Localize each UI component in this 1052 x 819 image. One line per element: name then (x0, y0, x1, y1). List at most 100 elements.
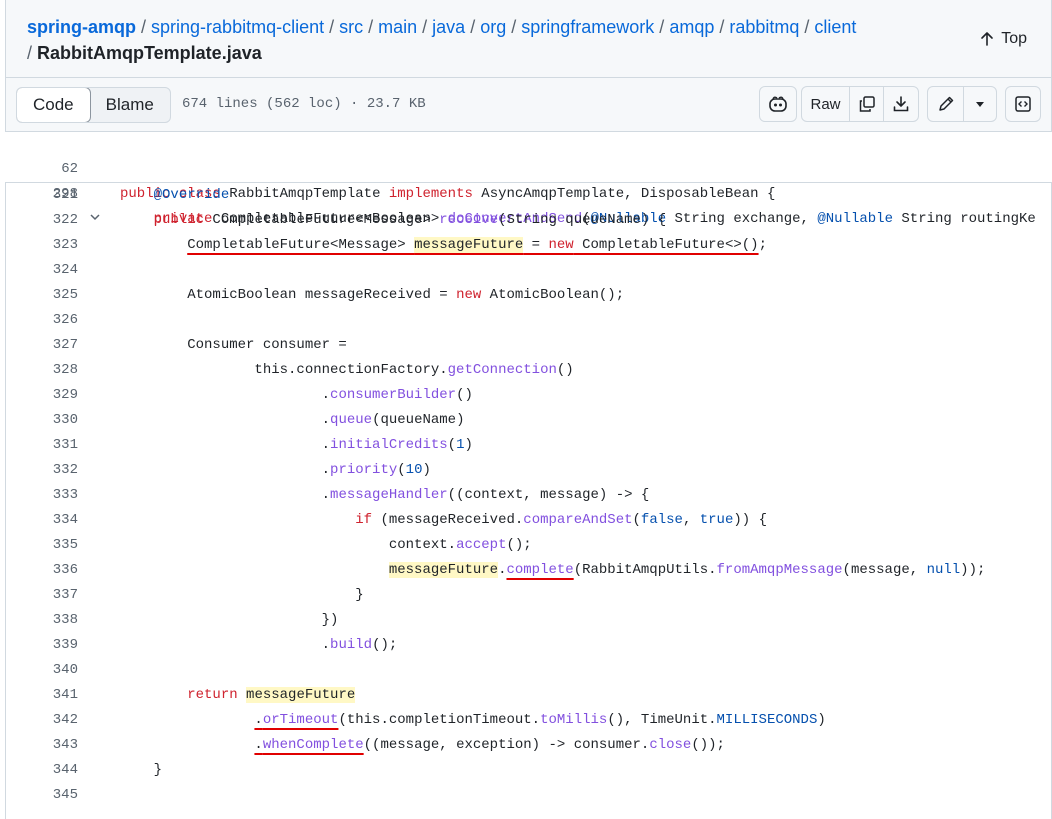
code-square-icon (1015, 96, 1031, 112)
breadcrumb-file: RabbitAmqpTemplate.java (37, 43, 262, 63)
code-line[interactable]: 329 .consumerBuilder() (5, 383, 1052, 408)
breadcrumb-dir[interactable]: java (432, 17, 465, 37)
code-line[interactable]: 326 (5, 308, 1052, 333)
code-line[interactable]: 324 (5, 258, 1052, 283)
breadcrumb-dir[interactable]: org (480, 17, 506, 37)
code-line[interactable]: 335 context.accept(); (5, 533, 1052, 558)
code-line[interactable]: 334 if (messageReceived.compareAndSet(fa… (5, 508, 1052, 533)
code-line[interactable]: 323 CompletableFuture<Message> messageFu… (5, 233, 1052, 258)
sticky-line[interactable]: 62 public class RabbitAmqpTemplate imple… (5, 132, 1052, 202)
code-line[interactable]: 343 .whenComplete((message, exception) -… (5, 733, 1052, 758)
copilot-button[interactable] (759, 86, 797, 122)
tab-blame[interactable]: Blame (90, 88, 170, 122)
breadcrumb-separator: / (804, 17, 810, 37)
pencil-icon (938, 96, 953, 111)
line-number[interactable]: 344 (5, 758, 78, 783)
code-line[interactable]: 336 messageFuture.complete(RabbitAmqpUti… (5, 558, 1052, 583)
line-number[interactable]: 336 (5, 558, 78, 583)
code-line[interactable]: 330 .queue(queueName) (5, 408, 1052, 433)
code-line[interactable]: 322 public CompletableFuture<Message> re… (5, 208, 1052, 233)
breadcrumb-separator: / (141, 17, 147, 37)
code-view: 62 public class RabbitAmqpTemplate imple… (5, 132, 1052, 808)
code-text: .priority(10) (120, 462, 431, 478)
line-number[interactable]: 326 (5, 308, 78, 333)
code-line[interactable]: 327 Consumer consumer = (5, 333, 1052, 358)
line-number[interactable]: 345 (5, 783, 78, 808)
breadcrumb-dir[interactable]: amqp (669, 17, 714, 37)
breadcrumb-separator: / (719, 17, 725, 37)
line-number[interactable]: 323 (5, 233, 78, 258)
breadcrumb-dir[interactable]: rabbitmq (729, 17, 799, 37)
breadcrumb-separator: / (329, 17, 335, 37)
code-text: } (120, 587, 364, 603)
raw-actions-group: Raw (801, 86, 919, 122)
line-number[interactable]: 325 (5, 283, 78, 308)
code-line[interactable]: 338 }) (5, 608, 1052, 633)
code-text: .consumerBuilder() (120, 387, 473, 403)
breadcrumb-dir[interactable]: spring-rabbitmq-client (151, 17, 324, 37)
code-line[interactable]: 332 .priority(10) (5, 458, 1052, 483)
line-number[interactable]: 324 (5, 258, 78, 283)
file-toolbar: Code Blame 674 lines (562 loc) · 23.7 KB… (5, 78, 1052, 132)
line-number[interactable]: 332 (5, 458, 78, 483)
line-number[interactable]: 328 (5, 358, 78, 383)
breadcrumb-dir[interactable]: client (814, 17, 856, 37)
code-line[interactable]: 337 } (5, 583, 1052, 608)
line-number[interactable]: 338 (5, 608, 78, 633)
line-number[interactable]: 322 (5, 208, 78, 233)
line-number[interactable]: 327 (5, 333, 78, 358)
code-line[interactable]: 333 .messageHandler((context, message) -… (5, 483, 1052, 508)
line-number[interactable]: 341 (5, 683, 78, 708)
code-text: }) (120, 612, 339, 628)
code-text: return messageFuture (187, 687, 356, 703)
line-number[interactable]: 321 (5, 183, 78, 208)
edit-actions-group (927, 86, 997, 122)
code-text: .messageHandler((context, message) -> { (120, 487, 650, 503)
line-number[interactable]: 342 (5, 708, 78, 733)
raw-button-label: Raw (810, 95, 841, 113)
top-button[interactable]: Top (979, 30, 1027, 48)
line-number[interactable]: 333 (5, 483, 78, 508)
code-line[interactable]: 345 (5, 783, 1052, 808)
code-line[interactable]: 328 this.connectionFactory.getConnection… (5, 358, 1052, 383)
code-text: this.connectionFactory.getConnection() (120, 362, 574, 378)
line-number[interactable]: 339 (5, 633, 78, 658)
sticky-line[interactable]: 298 private CompletableFuture<Boolean> d… (5, 157, 1052, 227)
chevron-down-icon[interactable] (89, 208, 101, 233)
edit-button[interactable] (928, 87, 964, 121)
copy-icon (859, 96, 875, 112)
copy-button[interactable] (850, 87, 884, 121)
breadcrumb-separator: / (27, 43, 33, 63)
download-button[interactable] (884, 87, 918, 121)
download-icon (893, 96, 909, 112)
breadcrumb-dir[interactable]: src (339, 17, 363, 37)
breadcrumb-repo[interactable]: spring-amqp (27, 17, 136, 37)
code-text: CompletableFuture<Message> messageFuture… (187, 237, 767, 253)
line-number[interactable]: 331 (5, 433, 78, 458)
code-line[interactable]: 331 .initialCredits(1) (5, 433, 1052, 458)
caret-down-icon (976, 102, 984, 107)
breadcrumb-separator: / (470, 17, 476, 37)
line-number[interactable]: 334 (5, 508, 78, 533)
code-line[interactable]: 344 } (5, 758, 1052, 783)
line-number[interactable]: 337 (5, 583, 78, 608)
code-text: .whenComplete((message, exception) -> co… (254, 737, 725, 753)
line-number[interactable]: 343 (5, 733, 78, 758)
code-text: public CompletableFuture<Message> receiv… (153, 212, 667, 228)
line-number[interactable]: 329 (5, 383, 78, 408)
line-number[interactable]: 340 (5, 658, 78, 683)
raw-button[interactable]: Raw (802, 87, 850, 121)
tab-code[interactable]: Code (16, 88, 91, 122)
code-line[interactable]: 325 AtomicBoolean messageReceived = new … (5, 283, 1052, 308)
line-number[interactable]: 330 (5, 408, 78, 433)
code-line[interactable]: 341 return messageFuture (5, 683, 1052, 708)
code-line[interactable]: 342 .orTimeout(this.completionTimeout.to… (5, 708, 1052, 733)
code-line[interactable]: 340 (5, 658, 1052, 683)
code-line[interactable]: 321 @Override (5, 183, 1052, 208)
edit-dropdown-button[interactable] (964, 87, 996, 121)
symbols-panel-button[interactable] (1005, 86, 1041, 122)
code-line[interactable]: 339 .build(); (5, 633, 1052, 658)
line-number[interactable]: 335 (5, 533, 78, 558)
breadcrumb-dir[interactable]: main (378, 17, 417, 37)
breadcrumb-dir[interactable]: springframework (521, 17, 654, 37)
